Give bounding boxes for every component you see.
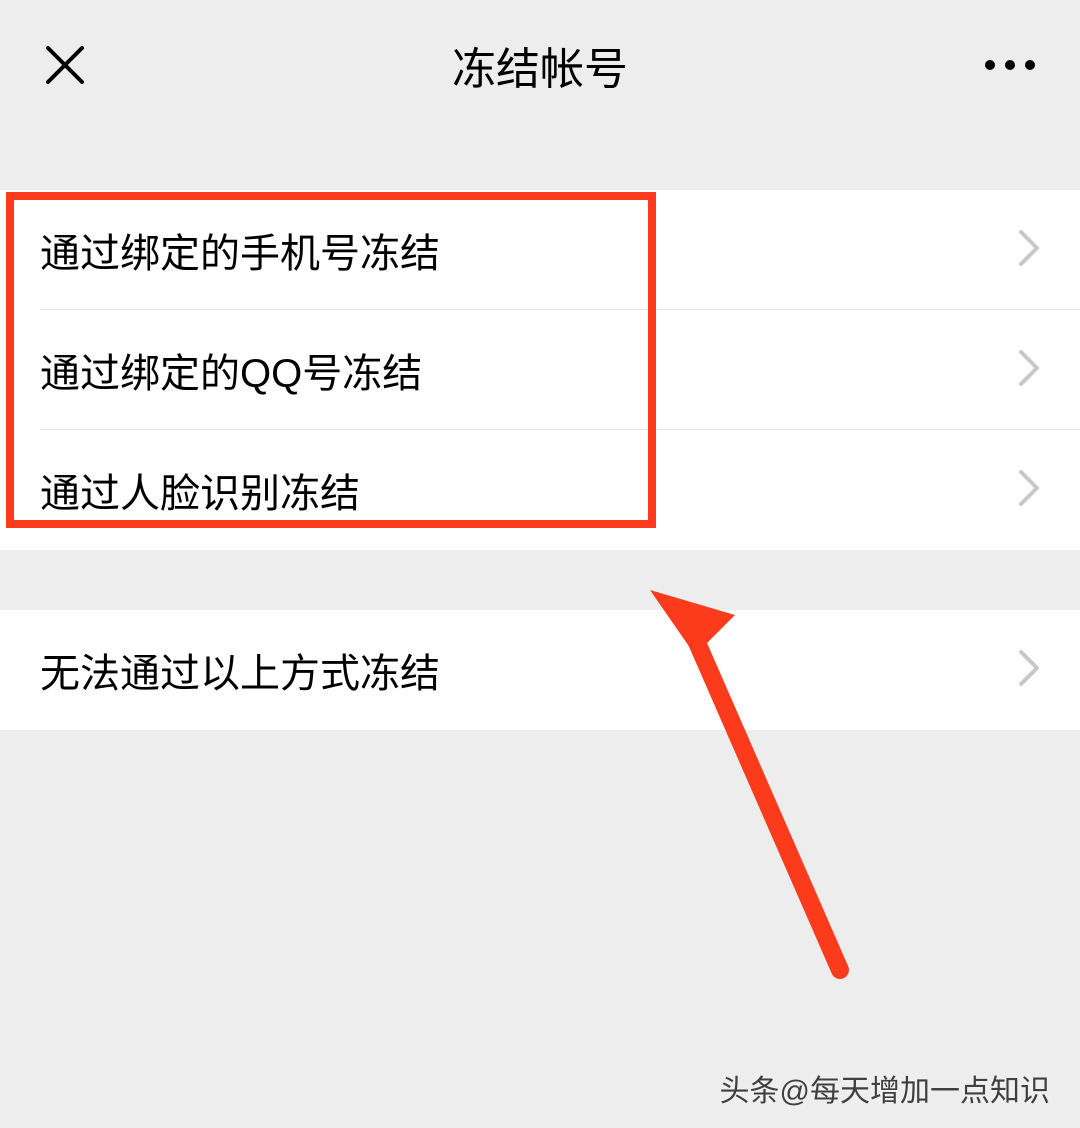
chevron-right-icon xyxy=(1018,649,1040,692)
list-item-label: 无法通过以上方式冻结 xyxy=(40,641,440,699)
close-icon[interactable] xyxy=(40,40,90,90)
list-item-label: 通过绑定的手机号冻结 xyxy=(40,221,440,279)
list-item-label: 通过人脸识别冻结 xyxy=(40,461,360,519)
chevron-right-icon xyxy=(1018,469,1040,512)
spacer xyxy=(0,550,1080,610)
freeze-by-phone-item[interactable]: 通过绑定的手机号冻结 xyxy=(0,190,1080,310)
freeze-methods-group: 通过绑定的手机号冻结 通过绑定的QQ号冻结 通过人脸识别冻结 xyxy=(0,190,1080,550)
more-icon[interactable] xyxy=(980,40,1040,90)
header: 冻结帐号 xyxy=(0,0,1080,130)
chevron-right-icon xyxy=(1018,229,1040,272)
spacer xyxy=(0,130,1080,190)
page-title: 冻结帐号 xyxy=(452,33,628,97)
freeze-by-face-item[interactable]: 通过人脸识别冻结 xyxy=(0,430,1080,550)
freeze-by-qq-item[interactable]: 通过绑定的QQ号冻结 xyxy=(0,310,1080,430)
chevron-right-icon xyxy=(1018,349,1040,392)
cannot-freeze-item[interactable]: 无法通过以上方式冻结 xyxy=(0,610,1080,730)
alternative-group: 无法通过以上方式冻结 xyxy=(0,610,1080,730)
list-item-label: 通过绑定的QQ号冻结 xyxy=(40,341,422,399)
watermark: 头条@每天增加一点知识 xyxy=(720,1066,1050,1110)
